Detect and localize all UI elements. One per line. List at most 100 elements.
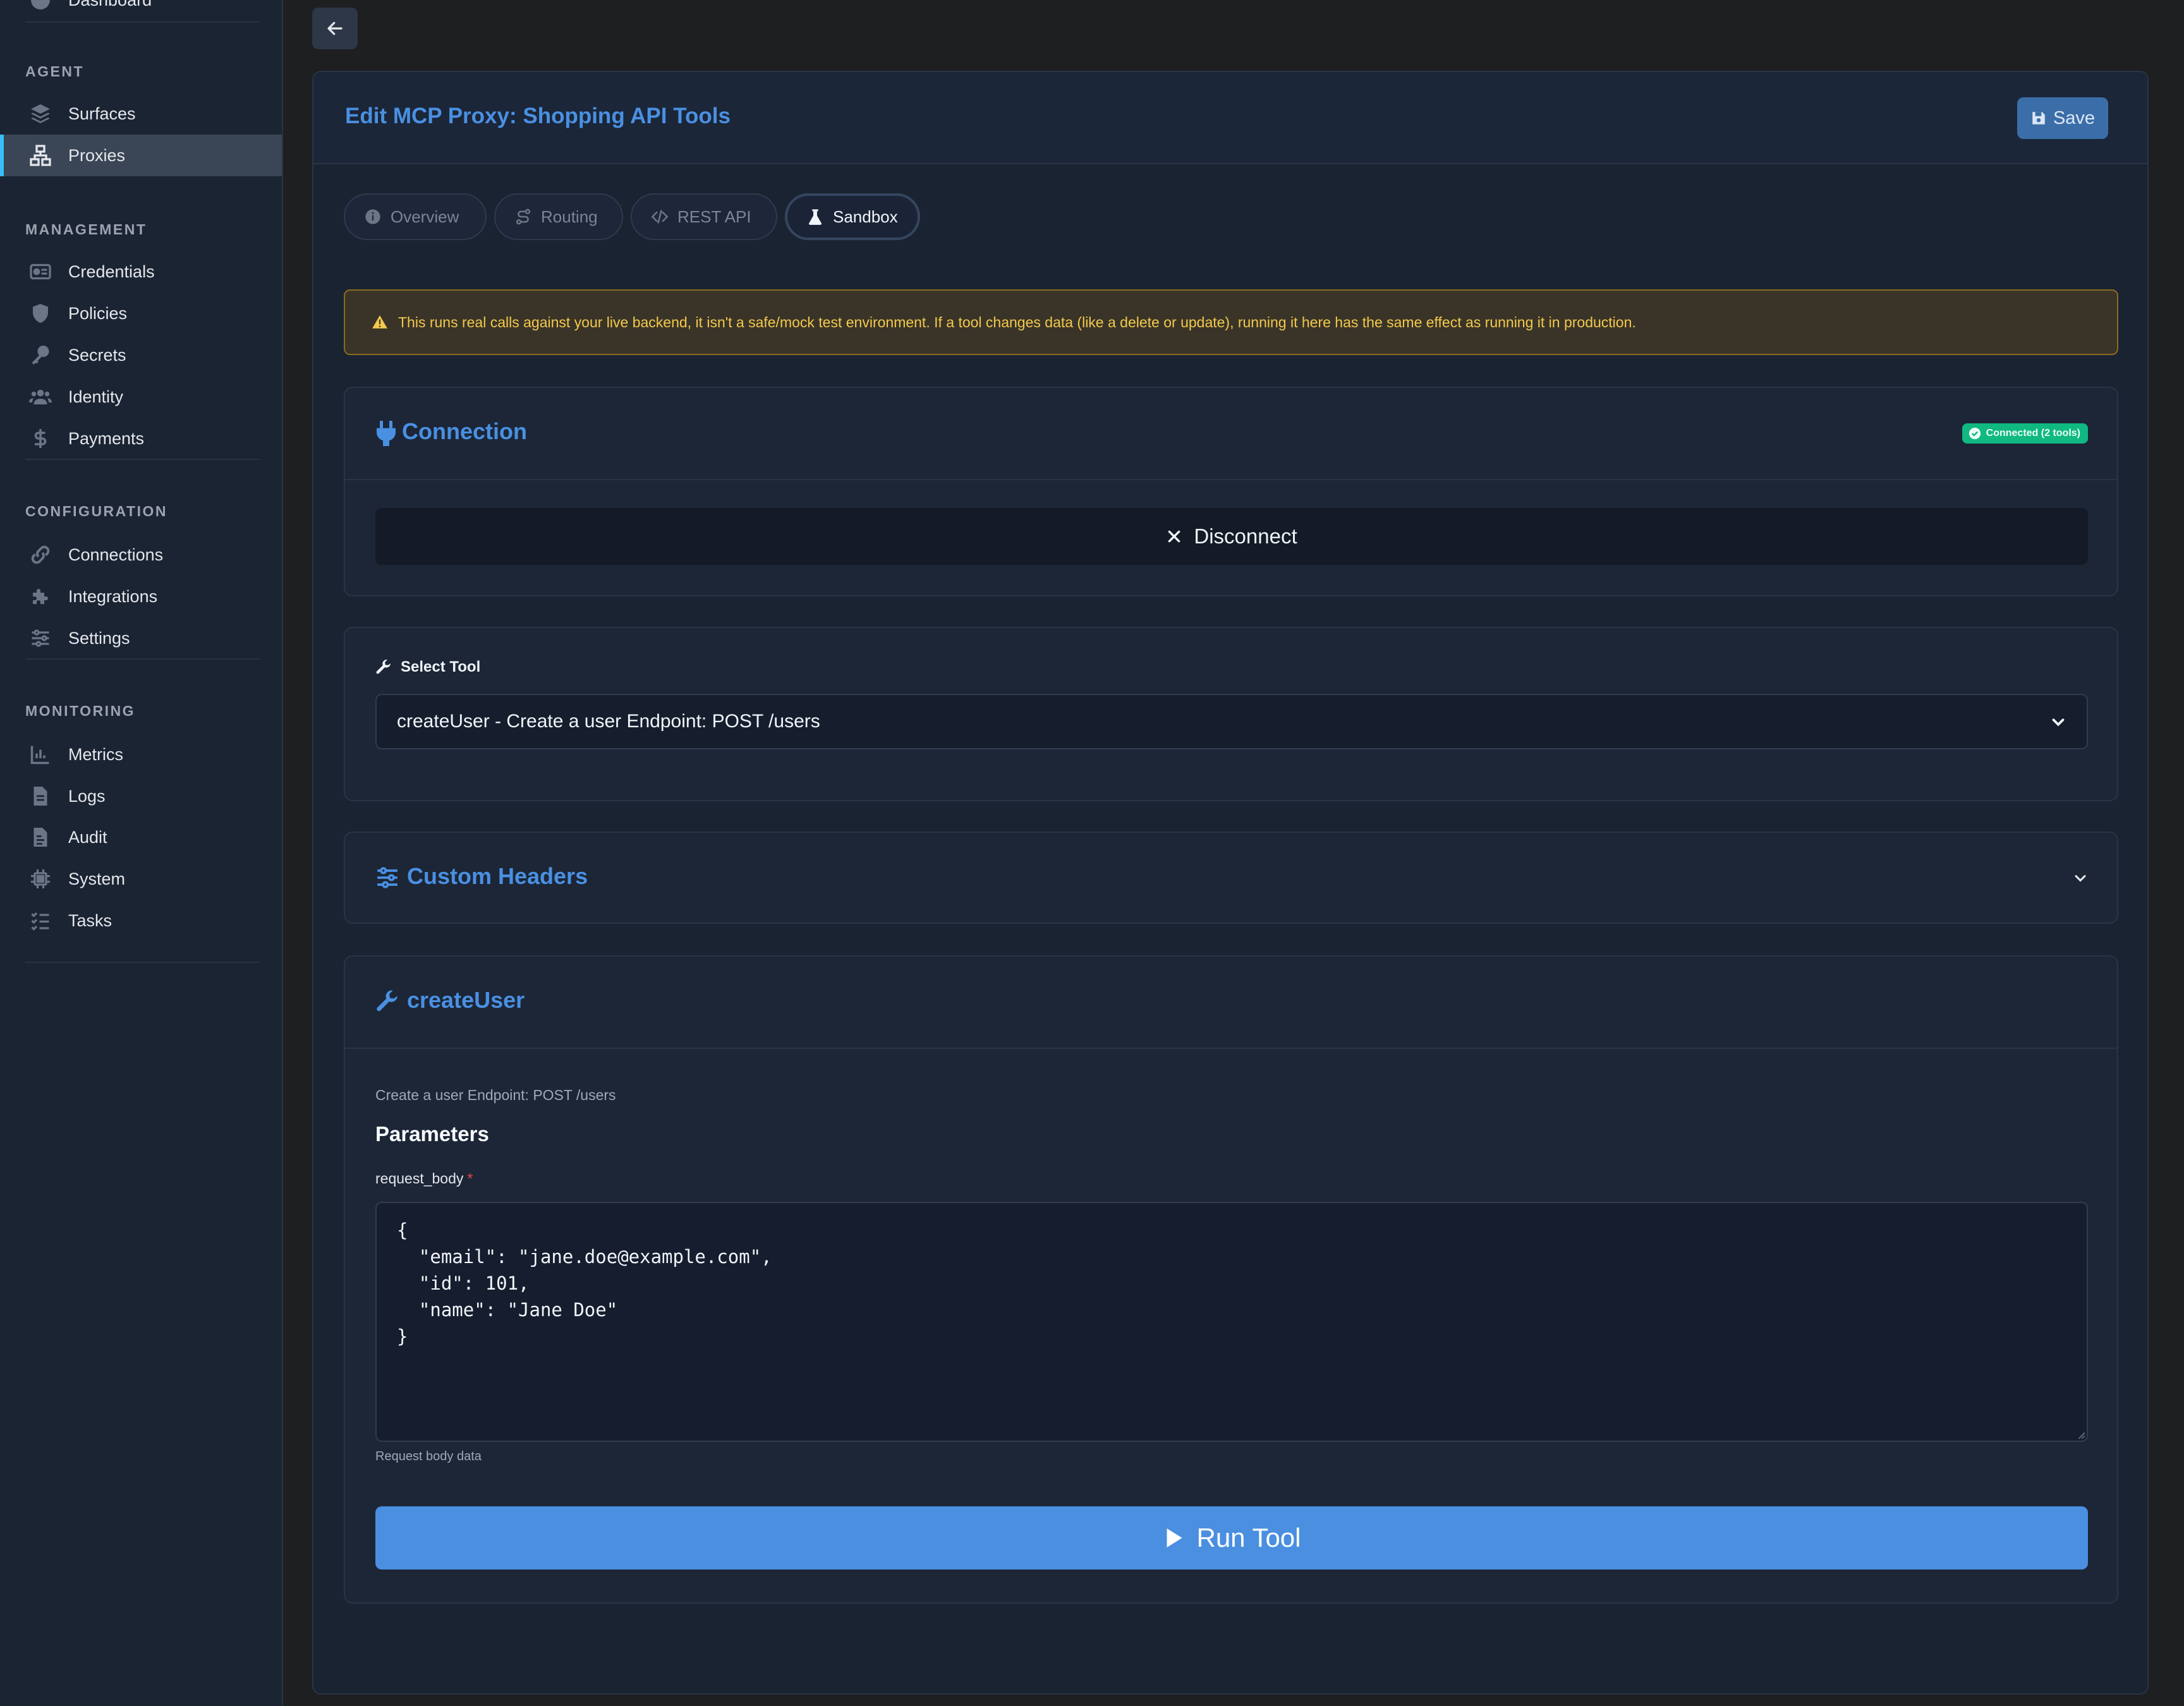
sliders-icon bbox=[377, 867, 397, 888]
sidebar-item-logs[interactable]: Logs bbox=[0, 775, 282, 817]
sidebar-item-audit[interactable]: Audit bbox=[0, 816, 282, 858]
tab-rest-api[interactable]: REST API bbox=[631, 193, 777, 240]
sidebar-item-proxies[interactable]: Proxies bbox=[0, 135, 282, 176]
tool-description: Create a user Endpoint: POST /users bbox=[375, 1087, 616, 1103]
tab-label: REST API bbox=[677, 207, 751, 226]
sidebar-item-tasks[interactable]: Tasks bbox=[0, 900, 282, 941]
sidebar-item-identity[interactable]: Identity bbox=[0, 376, 282, 418]
wrench-icon bbox=[376, 659, 391, 674]
sidebar: Dashboard AGENT Surfaces Proxies MANAGEM… bbox=[0, 0, 283, 1706]
play-icon bbox=[1167, 1528, 1182, 1547]
parameters-heading: Parameters bbox=[375, 1122, 489, 1146]
sidebar-item-system[interactable]: System bbox=[0, 858, 282, 900]
request-body-label: request_body * bbox=[375, 1170, 473, 1187]
sidebar-divider bbox=[25, 21, 259, 23]
tool-select-dropdown[interactable]: createUser - Create a user Endpoint: POS… bbox=[375, 694, 2088, 749]
sidebar-item-label: Metrics bbox=[68, 744, 123, 764]
select-tool-label: Select Tool bbox=[401, 658, 481, 675]
sidebar-item-label: Settings bbox=[68, 628, 130, 648]
route-icon bbox=[516, 209, 531, 225]
sidebar-item-connections[interactable]: Connections bbox=[0, 534, 282, 576]
tool-select-value: createUser - Create a user Endpoint: POS… bbox=[397, 711, 820, 732]
sidebar-item-label: Logs bbox=[68, 786, 106, 806]
run-tool-button[interactable]: Run Tool bbox=[375, 1506, 2088, 1570]
sidebar-item-label: Credentials bbox=[68, 262, 155, 281]
chip-icon bbox=[29, 868, 52, 890]
sidebar-item-label: Proxies bbox=[68, 145, 126, 165]
sidebar-item-policies[interactable]: Policies bbox=[0, 293, 282, 334]
status-badge-label: Connected (2 tools) bbox=[1986, 428, 2080, 439]
wrench-icon bbox=[377, 990, 397, 1012]
sidebar-divider bbox=[25, 459, 259, 460]
save-button[interactable]: Save bbox=[2017, 97, 2108, 139]
sidebar-item-secrets[interactable]: Secrets bbox=[0, 334, 282, 376]
sidebar-item-credentials[interactable]: Credentials bbox=[0, 251, 282, 293]
warning-text: This runs real calls against your live b… bbox=[398, 313, 1636, 330]
sidebar-item-settings[interactable]: Settings bbox=[0, 617, 282, 659]
sidebar-divider bbox=[25, 658, 259, 660]
section-heading-management: MANAGEMENT bbox=[25, 221, 147, 238]
close-icon bbox=[1168, 530, 1180, 543]
save-button-label: Save bbox=[2053, 107, 2096, 128]
plug-icon bbox=[377, 421, 396, 446]
resize-handle-icon[interactable] bbox=[2077, 1431, 2085, 1439]
required-marker: * bbox=[467, 1170, 473, 1187]
custom-headers-panel[interactable]: Custom Headers bbox=[344, 832, 2118, 924]
tab-label: Sandbox bbox=[833, 207, 898, 226]
tab-routing[interactable]: Routing bbox=[494, 193, 623, 240]
request-body-textarea[interactable]: { "email": "jane.doe@example.com", "id":… bbox=[375, 1202, 2088, 1442]
tab-sandbox[interactable]: Sandbox bbox=[785, 193, 920, 240]
file-icon bbox=[29, 785, 52, 808]
sidebar-item-label: Payments bbox=[68, 428, 145, 448]
sidebar-item-label: Tasks bbox=[68, 910, 112, 930]
sidebar-item-integrations[interactable]: Integrations bbox=[0, 576, 282, 617]
sidebar-item-metrics[interactable]: Metrics bbox=[0, 734, 282, 775]
sidebar-item-label: Identity bbox=[68, 387, 124, 406]
layers-icon bbox=[29, 102, 52, 125]
request-body-hint: Request body data bbox=[375, 1449, 482, 1463]
sidebar-item-label: Integrations bbox=[68, 586, 158, 606]
disconnect-button[interactable]: Disconnect bbox=[375, 508, 2088, 565]
card-header: Edit MCP Proxy: Shopping API Tools Save bbox=[313, 72, 2147, 164]
tab-label: Routing bbox=[541, 207, 598, 226]
custom-headers-title: Custom Headers bbox=[407, 863, 588, 889]
disconnect-label: Disconnect bbox=[1194, 524, 1297, 548]
file-audit-icon bbox=[29, 826, 52, 849]
sidebar-item-payments[interactable]: Payments bbox=[0, 418, 282, 459]
tab-overview[interactable]: Overview bbox=[344, 193, 487, 240]
sidebar-item-label: Policies bbox=[68, 303, 128, 323]
flask-icon bbox=[808, 209, 822, 225]
status-badge: Connected (2 tools) bbox=[1962, 423, 2088, 444]
warning-icon bbox=[372, 315, 387, 329]
live-backend-warning: This runs real calls against your live b… bbox=[344, 289, 2118, 355]
page-title: Edit MCP Proxy: Shopping API Tools bbox=[345, 104, 731, 128]
code-icon bbox=[651, 210, 669, 224]
run-tool-label: Run Tool bbox=[1196, 1523, 1301, 1552]
select-tool-panel: Select Tool createUser - Create a user E… bbox=[344, 627, 2118, 801]
arrow-left-icon bbox=[327, 21, 343, 35]
tab-label: Overview bbox=[391, 207, 459, 226]
users-icon bbox=[29, 385, 52, 408]
tool-title: createUser bbox=[407, 987, 525, 1013]
dashboard-icon bbox=[29, 0, 52, 11]
floppy-disk-icon bbox=[2032, 112, 2045, 124]
sliders-icon bbox=[29, 627, 52, 650]
back-button[interactable] bbox=[312, 8, 358, 49]
sidebar-item-label: Audit bbox=[68, 827, 107, 847]
tool-panel-header: createUser bbox=[345, 957, 2117, 1049]
section-heading-configuration: CONFIGURATION bbox=[25, 503, 168, 519]
chevron-down-icon bbox=[2052, 718, 2065, 727]
sidebar-item-label: Connections bbox=[68, 545, 164, 564]
link-icon bbox=[29, 543, 52, 566]
chevron-down-icon bbox=[2075, 874, 2086, 882]
dollar-icon bbox=[29, 427, 52, 450]
tool-panel: createUser Create a user Endpoint: POST … bbox=[344, 955, 2118, 1604]
id-card-icon bbox=[29, 260, 52, 283]
sidebar-item-dashboard[interactable]: Dashboard bbox=[0, 0, 282, 21]
tasks-icon bbox=[29, 909, 52, 932]
key-icon bbox=[29, 344, 52, 366]
sidebar-item-surfaces[interactable]: Surfaces bbox=[0, 93, 282, 135]
network-icon bbox=[29, 144, 52, 167]
puzzle-icon bbox=[29, 585, 52, 608]
info-icon bbox=[365, 209, 380, 224]
